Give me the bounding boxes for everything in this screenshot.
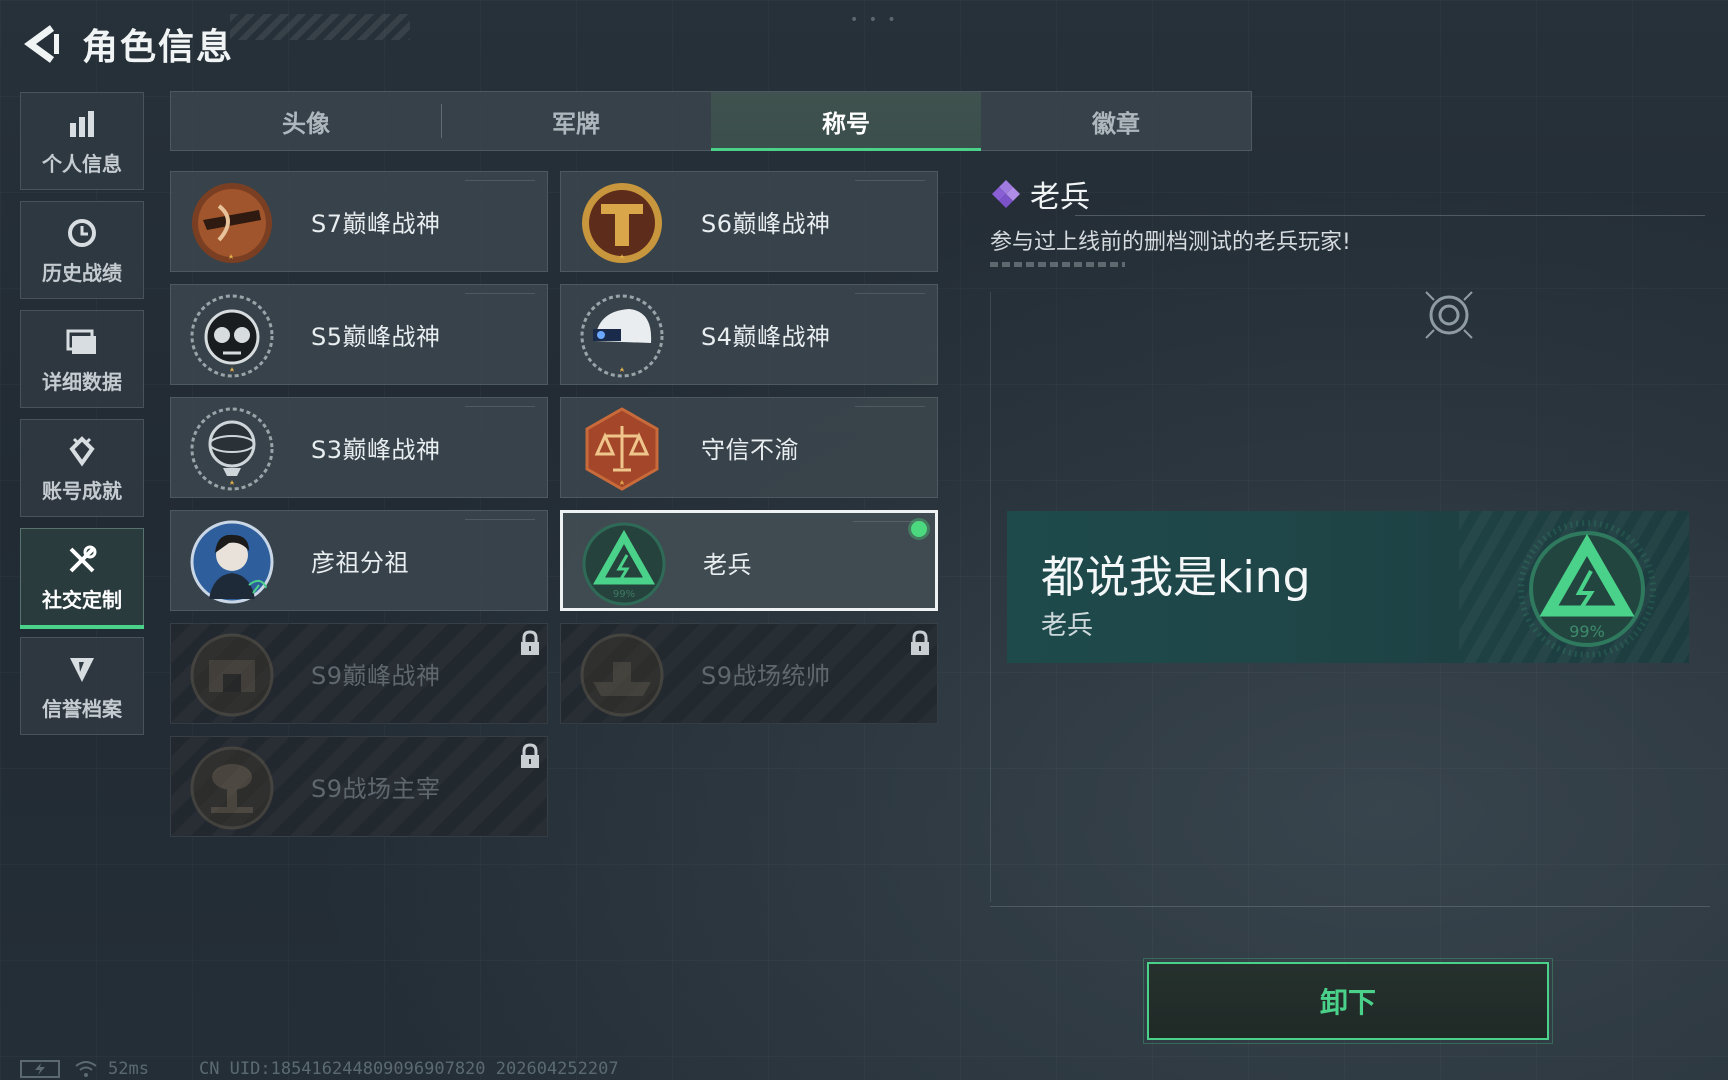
detail-title-name: 老兵 <box>1030 180 1090 215</box>
folder-icon <box>64 324 100 360</box>
fortress-emblem-icon <box>190 633 274 717</box>
card-decoration <box>465 180 535 186</box>
clock-icon <box>64 215 100 251</box>
title-card-locked[interactable]: S9巅峰战神 <box>170 623 548 724</box>
sidebar: 个人信息 历史战绩 详细数据 账号成就 社交定制 信誉档案 <box>20 92 144 746</box>
nameplate-preview: 都说我是king 老兵 99% <box>1007 511 1689 663</box>
title-card[interactable]: S5巅峰战神 <box>170 284 548 385</box>
player-name: 都说我是king <box>1041 552 1311 603</box>
mushroom-cloud-emblem-icon <box>190 746 274 830</box>
sidebar-item-label: 社交定制 <box>42 587 122 612</box>
title-card-label: S9巅峰战神 <box>311 662 441 690</box>
divider <box>1075 215 1705 216</box>
crossbow-emblem-icon <box>192 183 272 263</box>
skull-mask-emblem-icon <box>190 294 274 378</box>
user-uid: CN UID:185416244809096907820 20260425220… <box>198 1059 619 1079</box>
title-card[interactable]: S6巅峰战神 <box>560 171 938 272</box>
sidebar-item-personal-info[interactable]: 个人信息 <box>20 92 144 190</box>
category-tabs: 头像 军牌 称号 徽章 <box>170 91 1252 151</box>
sidebar-item-credit-record[interactable]: 信誉档案 <box>20 637 144 735</box>
title-card-selected[interactable]: 99% 老兵 <box>560 510 938 611</box>
veteran-triangle-icon: 99% <box>582 522 666 606</box>
title-card-label: S3巅峰战神 <box>311 436 441 464</box>
title-card-label: 守信不渝 <box>701 436 799 464</box>
equipped-indicator <box>911 521 927 537</box>
card-decoration <box>855 293 925 299</box>
title-card[interactable]: 守信不渝 <box>560 397 938 498</box>
detail-description: 参与过上线前的删档测试的老兵玩家! <box>990 230 1351 255</box>
detail-header: 老兵 <box>990 172 1090 216</box>
ship-emblem-icon <box>580 633 664 717</box>
lock-icon <box>911 630 929 655</box>
veteran-triangle-icon: 99% <box>1518 520 1656 658</box>
title-card[interactable]: S7巅峰战神 <box>170 171 548 272</box>
ping-value: 52ms <box>108 1059 149 1079</box>
back-arrow-icon <box>24 25 59 63</box>
lock-icon <box>521 630 539 655</box>
title-card-locked[interactable]: S9战场主宰 <box>170 736 548 837</box>
title-card[interactable]: S3巅峰战神 <box>170 397 548 498</box>
globe-emblem-icon <box>190 407 274 491</box>
gold-t-emblem-icon <box>582 183 662 263</box>
title-card-label: 老兵 <box>703 551 752 579</box>
sidebar-item-label: 详细数据 <box>42 369 122 394</box>
sidebar-item-history[interactable]: 历史战绩 <box>20 201 144 299</box>
card-decoration <box>855 180 925 186</box>
title-card-label: S6巅峰战神 <box>701 210 831 238</box>
card-decoration <box>855 406 925 412</box>
shield-icon <box>64 651 100 687</box>
sidebar-item-achievements[interactable]: 账号成就 <box>20 419 144 517</box>
unequip-button[interactable]: 卸下 <box>1143 958 1553 1044</box>
card-decoration <box>465 293 535 299</box>
title-card[interactable]: 彦祖分祖 <box>170 510 548 611</box>
player-title: 老兵 <box>1041 611 1094 641</box>
sidebar-item-social-custom[interactable]: 社交定制 <box>20 528 144 629</box>
title-card-locked[interactable]: S9战场统帅 <box>560 623 938 724</box>
tools-icon <box>64 542 100 578</box>
status-bar: 52ms CN UID:185416244809096907820 202604… <box>20 1058 619 1080</box>
top-handle-dots: • • • <box>850 12 899 28</box>
portrait-emblem-icon <box>190 520 274 604</box>
divider <box>990 906 1710 907</box>
target-icon <box>1425 291 1473 339</box>
tab-dog-tag[interactable]: 军牌 <box>441 92 711 150</box>
title-card-label: 彦祖分祖 <box>311 549 409 577</box>
tab-badge[interactable]: 徽章 <box>981 92 1251 150</box>
wifi-icon <box>75 1061 97 1077</box>
back-button[interactable] <box>20 22 62 66</box>
header-decoration <box>230 14 410 40</box>
description-decoration <box>990 262 1125 267</box>
sidebar-item-label: 历史战绩 <box>42 260 122 285</box>
tab-title[interactable]: 称号 <box>711 92 981 151</box>
tab-avatar[interactable]: 头像 <box>171 92 441 150</box>
card-decoration <box>465 406 535 412</box>
sidebar-item-label: 信誉档案 <box>42 696 122 721</box>
purple-diamond-icon <box>992 180 1020 208</box>
lock-icon <box>521 743 539 768</box>
title-card-label: S9战场统帅 <box>701 662 831 690</box>
header: 角色信息 <box>20 18 234 70</box>
page-title: 角色信息 <box>82 27 235 68</box>
battery-icon <box>20 1060 60 1078</box>
sidebar-item-detail-data[interactable]: 详细数据 <box>20 310 144 408</box>
scales-emblem-icon <box>585 407 659 491</box>
emblem-percent-text: 99% <box>613 589 635 600</box>
title-card-label: S7巅峰战神 <box>311 210 441 238</box>
emblem-percent-text: 99% <box>1569 622 1605 641</box>
title-card-label: S5巅峰战神 <box>311 323 441 351</box>
achievement-icon <box>64 433 100 469</box>
card-decoration <box>465 519 535 525</box>
helmet-emblem-icon <box>580 294 664 378</box>
bar-chart-icon <box>64 106 100 142</box>
title-card[interactable]: S4巅峰战神 <box>560 284 938 385</box>
sidebar-item-label: 账号成就 <box>42 478 122 503</box>
title-card-label: S4巅峰战神 <box>701 323 831 351</box>
sidebar-item-label: 个人信息 <box>42 151 122 176</box>
title-card-label: S9战场主宰 <box>311 775 441 803</box>
